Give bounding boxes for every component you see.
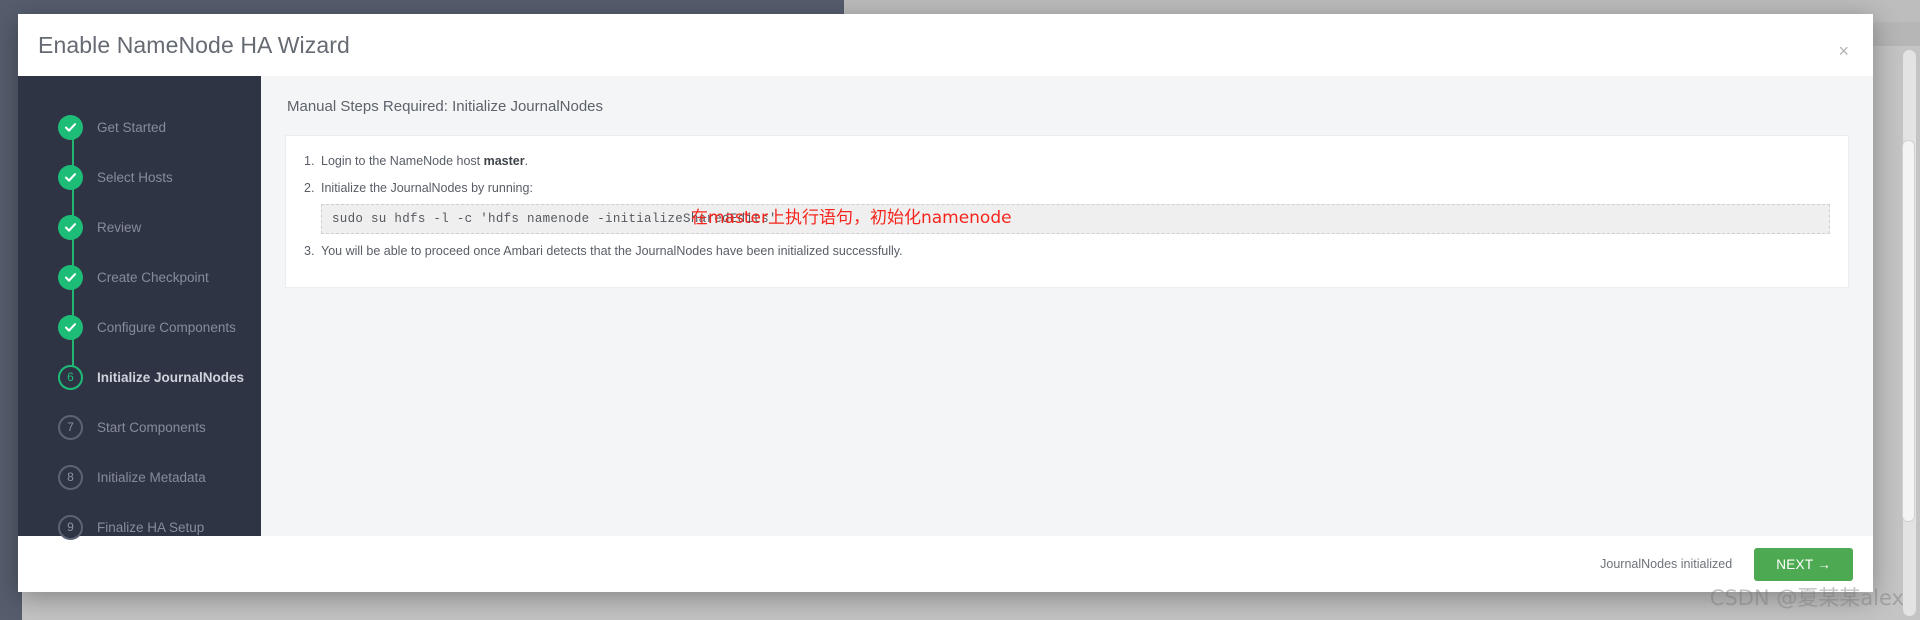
- page-scrollbar-thumb[interactable]: [1902, 140, 1915, 522]
- status-text: JournalNodes initialized: [1600, 557, 1733, 571]
- check-icon: [58, 264, 83, 290]
- step-number-badge: 7: [58, 414, 83, 440]
- list-item: 3. You will be able to proceed once Ambar…: [304, 242, 1830, 261]
- list-item-text: Login to the NameNode host: [321, 154, 484, 168]
- modal-header: Enable NameNode HA Wizard ×: [18, 14, 1873, 76]
- list-item-number: 3.: [304, 244, 315, 259]
- list-item: 1. Login to the NameNode host master.: [304, 152, 1830, 171]
- red-annotation-text: 在master上执行语句，初始化namenode: [691, 207, 1012, 228]
- wizard-step-label: Initialize JournalNodes: [97, 369, 245, 385]
- command-code-block[interactable]: sudo su hdfs -l -c 'hdfs namenode -initi…: [321, 203, 1830, 235]
- modal-body: Get Started Select Hosts Review Create Chec…: [18, 76, 1873, 540]
- wizard-step-label: Create Checkpoint: [97, 269, 209, 285]
- wizard-step-6[interactable]: 6 Initialize JournalNodes: [18, 352, 261, 402]
- namenode-host-name: master: [483, 154, 525, 168]
- wizard-step-8: 8 Initialize Metadata: [18, 452, 261, 502]
- check-icon: [58, 314, 83, 340]
- wizard-step-5[interactable]: Configure Components: [18, 302, 261, 377]
- wizard-step-7: 7 Start Components: [18, 402, 261, 452]
- list-item-text: You will be able to proceed once Ambari …: [321, 244, 903, 259]
- wizard-step-nav: Get Started Select Hosts Review Create Chec…: [18, 76, 261, 540]
- step-number-badge: 8: [58, 464, 83, 490]
- list-item-text: Initialize the JournalNodes by running:: [321, 180, 533, 195]
- list-item: 2. Initialize the JournalNodes by running…: [304, 179, 1830, 235]
- wizard-content-pane: Manual Steps Required: Initialize Journa…: [261, 76, 1873, 536]
- check-icon: [58, 214, 83, 240]
- manual-steps-list: 1. Login to the NameNode host master. 2. I…: [304, 152, 1830, 261]
- close-icon[interactable]: ×: [1832, 40, 1855, 62]
- step-number-badge: 6: [58, 364, 83, 390]
- command-row: sudo su hdfs -l -c 'hdfs namenode -initi…: [321, 203, 1830, 235]
- wizard-step-label: Initialize Metadata: [97, 469, 206, 485]
- next-button[interactable]: NEXT →: [1754, 547, 1853, 581]
- modal-footer: JournalNodes initialized NEXT →: [18, 536, 1873, 592]
- check-icon: [58, 164, 83, 190]
- wizard-step-label: Get Started: [97, 119, 167, 135]
- list-item-text-tail: .: [524, 154, 529, 168]
- wizard-step-2[interactable]: Select Hosts: [18, 152, 261, 227]
- manual-steps-panel: 1. Login to the NameNode host master. 2. I…: [285, 135, 1849, 288]
- list-item-number: 1.: [304, 154, 315, 168]
- enable-namenode-ha-wizard-modal: Enable NameNode HA Wizard × Get Started S…: [18, 14, 1873, 592]
- wizard-step-label: Start Components: [97, 419, 206, 435]
- wizard-step-label: Review: [97, 219, 142, 235]
- wizard-step-label: Select Hosts: [97, 169, 173, 185]
- step-number-badge: 9: [58, 514, 83, 540]
- wizard-step-label: Finalize HA Setup: [97, 519, 205, 535]
- wizard-step-1[interactable]: Get Started: [18, 102, 261, 177]
- check-icon: [58, 114, 83, 140]
- content-heading: Manual Steps Required: Initialize Journa…: [287, 98, 604, 115]
- wizard-step-4[interactable]: Create Checkpoint: [18, 252, 261, 327]
- wizard-step-label: Configure Components: [97, 319, 236, 335]
- page-title: Enable NameNode HA Wizard: [38, 31, 350, 58]
- wizard-step-3[interactable]: Review: [18, 202, 261, 277]
- list-item-number: 2.: [304, 180, 315, 195]
